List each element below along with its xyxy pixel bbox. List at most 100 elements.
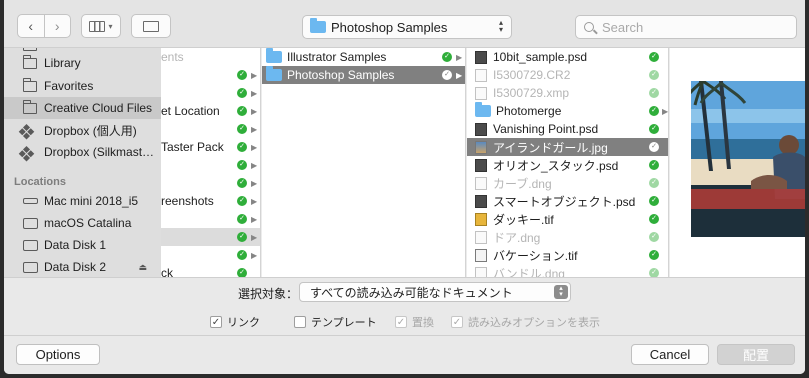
sidebar-item-data-disk-1[interactable]: Data Disk 1 [4,234,161,256]
sync-check-icon: ✓ [649,70,659,80]
sync-check-icon: ✓ [649,232,659,242]
sidebar-item-label: Data Disk 1 [44,238,107,252]
list-item[interactable]: 10bit_sample.psd ✓ [467,48,668,66]
disclosure-arrow-icon: ▶ [251,214,258,224]
list-item[interactable]: Taster Pack ✓ ▶ [161,138,260,156]
sync-check-icon: ✓ [649,124,659,134]
column-2: Illustrator Samples ✓ ▶ Photoshop Sample… [262,48,466,277]
sidebar-item-favorites[interactable]: Favorites [4,75,161,97]
sync-check-icon: ✓ [649,178,659,188]
disclosure-arrow-icon: ▶ [251,106,258,116]
sidebar-item-label: Dropbox (Silkmast… [44,145,155,159]
list-item-illustrator-samples[interactable]: Illustrator Samples ✓ ▶ [262,48,465,66]
disclosure-arrow-icon: ▶ [456,70,463,80]
list-item[interactable]: I5300729.CR2 ✓ [467,66,668,84]
new-folder-button[interactable] [131,14,171,38]
sidebar-item-label: macOS Catalina [44,216,132,230]
list-item[interactable]: Vanishing Point.psd ✓ [467,120,668,138]
eject-icon[interactable]: ⏏ [138,262,147,273]
sync-check-icon: ✓ [237,268,247,277]
disclosure-arrow-icon: ▶ [251,88,258,98]
sidebar-item-dropbox-silkmast[interactable]: Dropbox (Silkmast… [4,141,161,163]
list-item[interactable]: Photomerge ✓ ▶ [467,102,668,120]
list-item[interactable]: カーブ.dng ✓ [467,174,668,192]
image-file-icon [475,140,487,154]
sync-check-icon: ✓ [442,70,452,80]
sync-check-icon: ✓ [237,178,247,188]
list-item[interactable]: バケーション.tif ✓ [467,246,668,264]
place-button[interactable]: 配置 [717,344,795,365]
back-button[interactable]: ‹ [18,15,45,37]
select-label: 選択対象： [238,287,299,301]
view-mode-button[interactable]: ▾ [81,14,121,38]
sync-check-icon: ✓ [649,142,659,152]
search-placeholder: Search [602,19,644,35]
list-item[interactable]: I5300729.xmp ✓ [467,84,668,102]
sync-check-icon: ✓ [649,214,659,224]
forward-button[interactable]: › [45,15,71,37]
list-item[interactable]: バンドル.dng ✓ [467,264,668,277]
beach-photo-icon [691,81,805,237]
options-panel: 選択対象： すべての読み込み可能なドキュメント ▴ ▾ ✓ リンク テンプレート … [4,277,805,335]
list-item[interactable]: ✓ ▶ [161,120,260,138]
sidebar-item-mac-mini[interactable]: Mac mini 2018_i5 [4,190,161,212]
sync-check-icon: ✓ [237,214,247,224]
raw-file-icon [475,266,487,277]
disk-icon [22,216,38,230]
sync-check-icon: ✓ [237,88,247,98]
list-item[interactable]: ✓ ▶ [161,84,260,102]
sidebar-item-creative-cloud-files[interactable]: Creative Cloud Files [4,97,161,119]
search-field[interactable]: Search [575,15,797,39]
psd-file-icon [475,50,487,64]
raw-file-icon [475,176,487,190]
tif-file-icon [475,212,487,226]
disclosure-arrow-icon: ▶ [251,232,258,242]
link-checkbox[interactable]: ✓ リンク [210,314,260,330]
path-popup[interactable]: Photoshop Samples ▴ ▾ [302,15,512,39]
list-item[interactable]: et Location ✓ ▶ [161,102,260,120]
list-item[interactable]: ents [161,48,260,66]
list-item[interactable]: ✓ ▶ [161,66,260,84]
replace-checkbox[interactable]: ✓ 置換 [395,314,434,330]
file-type-select[interactable]: すべての読み込み可能なドキュメント ▴ ▾ [299,282,571,302]
sidebar-item-dropbox-personal[interactable]: Dropbox (個人用) [4,119,161,141]
show-import-options-checkbox[interactable]: ✓ 読み込みオプションを表示 [451,314,600,330]
options-button[interactable]: Options [16,344,100,365]
list-item[interactable]: ck ✓ [161,264,260,277]
checkbox-icon: ✓ [451,316,463,328]
list-item-path-selected[interactable]: ✓ ▶ [161,228,260,246]
sync-check-icon: ✓ [649,160,659,170]
sync-check-icon: ✓ [237,106,247,116]
list-item[interactable]: ドア.dng ✓ [467,228,668,246]
list-item[interactable]: ダッキー.tif ✓ [467,210,668,228]
sync-check-icon: ✓ [442,52,452,62]
sync-check-icon: ✓ [649,196,659,206]
sync-check-icon: ✓ [649,106,659,116]
chevron-down-icon: ▾ [108,21,113,31]
list-item[interactable]: ✓ ▶ [161,210,260,228]
list-item-photoshop-samples[interactable]: Photoshop Samples ✓ ▶ [262,66,465,84]
locations-header: Locations [14,176,66,188]
column-view-icon [89,20,106,32]
list-item[interactable]: ✓ ▶ [161,246,260,264]
tif-file-icon [475,248,487,262]
list-item[interactable]: オリオン_スタック.psd ✓ [467,156,668,174]
sidebar-item-data-disk-2[interactable]: Data Disk 2 ⏏ [4,256,161,277]
sidebar-item-label: Creative Cloud Files [44,101,153,115]
sidebar: Library Favorites Creative Cloud Files D… [4,48,161,277]
list-item[interactable]: スマートオブジェクト.psd ✓ [467,192,668,210]
list-item-selected[interactable]: アイランドガール.jpg ✓ [467,138,668,156]
disclosure-arrow-icon: ▶ [662,106,669,116]
sidebar-item-library[interactable]: Library [4,52,161,74]
sidebar-item-label: Data Disk 2 [44,260,107,274]
list-item[interactable]: reenshots ✓ ▶ [161,192,260,210]
file-dialog: ‹ › ▾ Photoshop Samples ▴ ▾ Search Librar… [4,0,805,374]
checkbox-icon [294,316,306,328]
folder-icon [310,18,326,33]
dropbox-icon [22,123,38,137]
template-checkbox[interactable]: テンプレート [294,314,377,330]
sidebar-item-macos-catalina[interactable]: macOS Catalina [4,212,161,234]
cancel-button[interactable]: Cancel [631,344,709,365]
list-item[interactable]: ✓ ▶ [161,156,260,174]
list-item[interactable]: ✓ ▶ [161,174,260,192]
